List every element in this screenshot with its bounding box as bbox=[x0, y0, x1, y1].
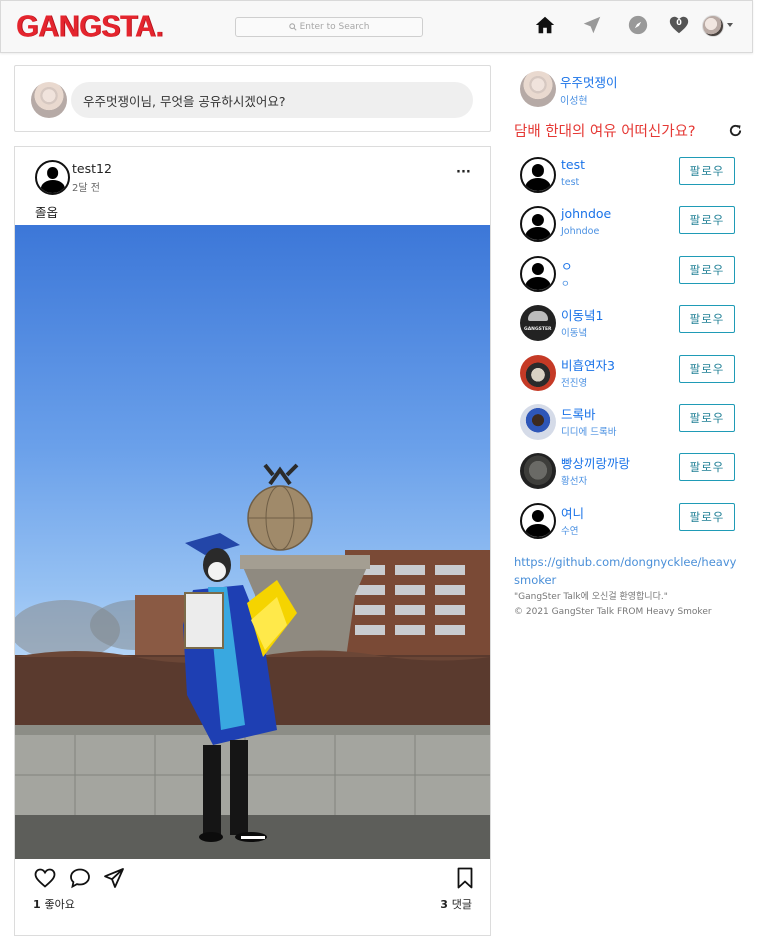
brand-logo[interactable]: GANGSTA. bbox=[16, 10, 163, 45]
follow-button[interactable]: 팔로우 bbox=[679, 206, 735, 235]
footer-welcome: "GangSter Talk에 오신걸 환영합니다." bbox=[514, 592, 668, 602]
suggestion-item: 여니수연 팔로우 bbox=[520, 502, 740, 543]
suggestion-item: 비흡연자3 전진영 팔로우 bbox=[520, 354, 740, 395]
feed-post: test12 2달 전 ··· 졸옵 1 좋아요 3 댓글 bbox=[14, 146, 491, 936]
suggestion-real-name: 이동녘 bbox=[561, 328, 588, 340]
suggestion-name[interactable]: ㅇ bbox=[561, 256, 573, 275]
composer-input[interactable]: 우주멋쟁이님, 무엇을 공유하시겠어요? bbox=[71, 82, 473, 118]
search-icon bbox=[288, 23, 297, 31]
suggestion-avatar[interactable] bbox=[520, 404, 556, 440]
suggestion-avatar[interactable] bbox=[520, 206, 556, 243]
suggestion-avatar[interactable] bbox=[520, 354, 556, 391]
follow-button[interactable]: 팔로우 bbox=[679, 453, 735, 482]
suggestion-avatar[interactable] bbox=[520, 255, 556, 292]
direct-message-icon[interactable] bbox=[581, 14, 603, 36]
suggestion-name[interactable]: 이동녘1 bbox=[561, 305, 603, 324]
comment-count-number: 3 bbox=[440, 898, 448, 911]
suggestion-avatar[interactable] bbox=[520, 305, 556, 342]
suggestion-name[interactable]: 비흡연자3 bbox=[561, 355, 615, 374]
suggestion-name[interactable]: test bbox=[561, 157, 585, 172]
suggestion-avatar[interactable] bbox=[520, 502, 556, 539]
follow-button[interactable]: 팔로우 bbox=[679, 157, 735, 185]
follow-button[interactable]: 팔로우 bbox=[679, 255, 735, 284]
graduation-photo-illustration bbox=[15, 463, 490, 859]
suggestion-item: 드록바디디에 드록바 팔로우 bbox=[520, 404, 740, 444]
suggestion-real-name: 디디에 드록바 bbox=[561, 427, 617, 438]
suggestion-real-name: 전진영 bbox=[561, 377, 588, 389]
post-actions bbox=[15, 863, 490, 893]
suggestion-avatar[interactable] bbox=[520, 453, 556, 490]
home-icon[interactable] bbox=[534, 14, 556, 36]
sidebar-slogan: 담배 한대의 여유 어떠신가요? bbox=[514, 124, 696, 140]
explore-compass-icon[interactable] bbox=[627, 14, 649, 36]
more-options-icon[interactable]: ··· bbox=[456, 166, 471, 179]
like-heart-icon[interactable] bbox=[33, 866, 57, 890]
like-count[interactable]: 1 좋아요 bbox=[33, 896, 75, 912]
current-user-avatar[interactable] bbox=[520, 71, 556, 107]
suggestion-name[interactable]: 드록바 bbox=[561, 404, 596, 423]
comment-bubble-icon[interactable] bbox=[68, 866, 92, 890]
suggestion-avatar[interactable] bbox=[520, 157, 556, 193]
carousel-indicator[interactable] bbox=[241, 836, 265, 839]
share-send-icon[interactable] bbox=[102, 866, 126, 890]
profile-avatar[interactable] bbox=[702, 15, 724, 37]
follow-button[interactable]: 팔로우 bbox=[679, 354, 735, 383]
chevron-down-icon[interactable] bbox=[727, 23, 733, 27]
post-photo[interactable] bbox=[15, 225, 490, 859]
suggestion-item: test test 팔로우 bbox=[520, 157, 740, 197]
current-user-name[interactable]: 우주멋쟁이 bbox=[560, 72, 618, 91]
post-author-avatar[interactable] bbox=[35, 160, 70, 195]
notification-count: 0 bbox=[676, 18, 682, 27]
avatar bbox=[31, 82, 67, 118]
follow-button[interactable]: 팔로우 bbox=[679, 305, 735, 334]
refresh-icon[interactable] bbox=[728, 123, 743, 138]
like-count-number: 1 bbox=[33, 898, 41, 911]
suggestion-item: 이동녘1 이동녘 팔로우 bbox=[520, 305, 740, 345]
suggestion-real-name: test bbox=[561, 177, 580, 188]
bookmark-icon[interactable] bbox=[453, 866, 477, 890]
post-caption: 졸옵 bbox=[35, 205, 59, 220]
comment-count[interactable]: 3 댓글 bbox=[440, 896, 472, 912]
suggestion-name[interactable]: 여니 bbox=[561, 503, 584, 522]
post-author-name[interactable]: test12 bbox=[72, 161, 112, 176]
suggestion-real-name: ㅇ bbox=[561, 278, 570, 290]
suggestion-real-name: 수연 bbox=[561, 525, 579, 537]
follow-button[interactable]: 팔로우 bbox=[679, 404, 735, 432]
comment-count-label: 댓글 bbox=[451, 898, 472, 911]
post-composer: 우주멋쟁이님, 무엇을 공유하시겠어요? bbox=[14, 65, 491, 132]
footer-github-link[interactable]: https://github.com/dongnycklee/heavysmok… bbox=[514, 553, 740, 589]
search-input[interactable]: Enter to Search bbox=[235, 17, 423, 37]
suggestion-item: ㅇㅇ 팔로우 bbox=[520, 255, 740, 296]
top-navbar: GANGSTA. Enter to Search 0 bbox=[0, 0, 753, 53]
post-timestamp: 2달 전 bbox=[72, 183, 100, 194]
suggestion-name[interactable]: 빵상끼랑까랑 bbox=[561, 453, 630, 472]
suggestion-real-name: 황선자 bbox=[561, 476, 588, 488]
follow-button[interactable]: 팔로우 bbox=[679, 502, 735, 531]
notifications-heart-icon[interactable]: 0 bbox=[668, 14, 690, 36]
suggestion-item: 빵상끼랑까랑황선자 팔로우 bbox=[520, 453, 740, 493]
like-count-label: 좋아요 bbox=[44, 898, 75, 911]
search-placeholder: Enter to Search bbox=[299, 22, 370, 32]
current-user-real-name: 이성현 bbox=[560, 96, 588, 107]
suggestion-real-name: Johndoe bbox=[561, 226, 600, 238]
suggestion-item: johndoe Johndoe 팔로우 bbox=[520, 206, 740, 246]
suggestion-name[interactable]: johndoe bbox=[561, 206, 611, 221]
footer-copyright: © 2021 GangSter Talk FROM Heavy Smoker bbox=[514, 607, 712, 617]
